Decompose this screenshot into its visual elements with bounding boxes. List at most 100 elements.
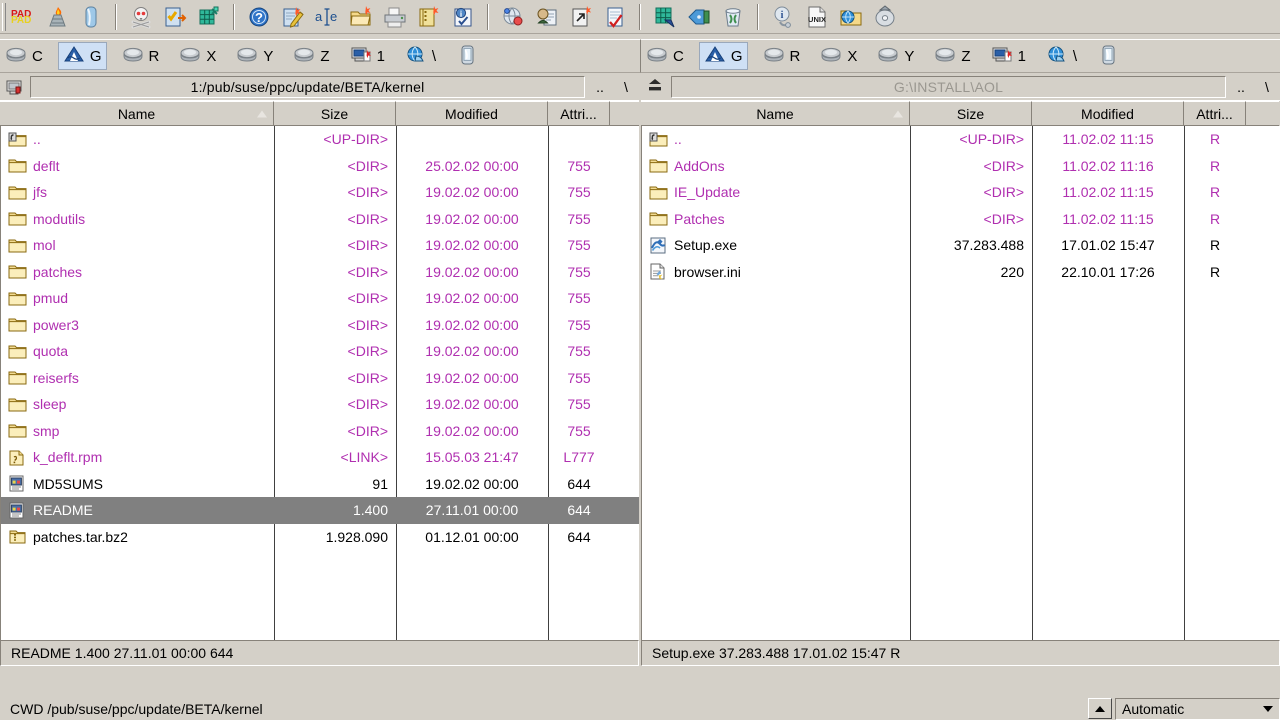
left-header-name[interactable]: Name — [0, 101, 274, 126]
table-row[interactable]: Setup.exe 37.283.488 17.01.02 15:47 R — [642, 232, 1280, 259]
recycle-bin-icon[interactable] — [718, 2, 748, 32]
file-size-cell: 220 — [1000, 263, 1024, 280]
drive-y[interactable]: Y — [872, 42, 919, 70]
ftp-new-connection-icon[interactable] — [532, 2, 562, 32]
blue-column-icon[interactable] — [76, 2, 106, 32]
file-name-label: pmud — [33, 290, 69, 307]
help-icon[interactable]: ? — [244, 2, 274, 32]
right-path-root-button[interactable]: \ — [1254, 76, 1280, 98]
table-row[interactable]: k_deflt.rpm <LINK> 15.05.03 21:47 L777 — [1, 444, 639, 471]
right-file-list[interactable]: .. <UP-DIR> 11.02.02 11:15 R AddOns <DIR> 11.0… — [641, 126, 1280, 640]
right-header-name[interactable]: Name — [641, 101, 910, 126]
drive-1[interactable]: 1 — [986, 42, 1031, 70]
toolbar-grip[interactable] — [2, 2, 6, 31]
checklist-page-icon[interactable] — [160, 2, 190, 32]
drive-z[interactable]: Z — [288, 42, 334, 70]
edit-note-icon[interactable] — [278, 2, 308, 32]
ftp-connect-icon[interactable] — [498, 2, 528, 32]
drive-c[interactable]: C — [0, 42, 48, 70]
drive-c[interactable]: C — [641, 42, 689, 70]
drive-bar-left: C G R X Y Z 1 \ — [0, 39, 640, 73]
disc-eject-icon[interactable] — [870, 2, 900, 32]
right-path-up-button[interactable]: .. — [1228, 76, 1254, 98]
skull-icon[interactable] — [126, 2, 156, 32]
table-row[interactable]: modutils <DIR> 19.02.02 00:00 755 — [1, 206, 639, 233]
print-icon[interactable] — [380, 2, 410, 32]
shortcut-new-icon[interactable] — [566, 2, 596, 32]
table-row[interactable]: deflt <DIR> 25.02.02 00:00 755 — [1, 153, 639, 180]
table-row[interactable]: README 1.400 27.11.01 00:00 644 — [1, 497, 639, 524]
table-row[interactable]: sleep <DIR> 19.02.02 00:00 755 — [1, 391, 639, 418]
file-name-label: deflt — [33, 157, 60, 174]
table-row[interactable]: MD5SUMS 91 19.02.02 00:00 644 — [1, 471, 639, 498]
table-row[interactable]: patches <DIR> 19.02.02 00:00 755 — [1, 259, 639, 286]
drive-x[interactable]: X — [815, 42, 862, 70]
disc-eject-icon[interactable] — [641, 75, 669, 99]
unix-file-icon[interactable]: UNIX — [802, 2, 832, 32]
drive-device[interactable] — [1092, 42, 1126, 70]
table-row[interactable]: .. <UP-DIR> — [1, 126, 639, 153]
left-path-field[interactable]: 1:/pub/suse/ppc/update/BETA/kernel — [30, 76, 585, 98]
right-path-bar: G:\INSTALL\AOL .. \ — [641, 74, 1280, 100]
table-row[interactable]: power3 <DIR> 19.02.02 00:00 755 — [1, 312, 639, 339]
table-row[interactable]: smp <DIR> 19.02.02 00:00 755 — [1, 418, 639, 445]
transfer-mode-select[interactable]: Automatic — [1115, 697, 1280, 720]
drive-icon — [646, 45, 670, 68]
table-row[interactable]: jfs <DIR> 19.02.02 00:00 755 — [1, 179, 639, 206]
file-name-cell: patches — [7, 259, 270, 286]
tag-sync-icon[interactable] — [684, 2, 714, 32]
table-row[interactable]: browser.ini 220 22.10.01 17:26 R — [642, 259, 1280, 286]
table-row[interactable]: Patches <DIR> 11.02.02 11:15 R — [642, 206, 1280, 233]
rename-ae-icon[interactable]: a e — [312, 2, 342, 32]
drive-icon — [820, 45, 844, 68]
chevron-down-icon[interactable] — [1258, 700, 1278, 718]
drive-backslash[interactable]: \ — [400, 42, 441, 70]
right-file-panel: G:\INSTALL\AOL .. \ Name Size Modified A… — [641, 74, 1280, 671]
hex-compare-icon[interactable] — [650, 2, 680, 32]
torch-icon[interactable] — [42, 2, 72, 32]
table-row[interactable]: pmud <DIR> 19.02.02 00:00 755 — [1, 285, 639, 312]
system-info-icon[interactable]: i — [768, 2, 798, 32]
rpm-link-icon — [7, 447, 27, 467]
table-row[interactable]: AddOns <DIR> 11.02.02 11:16 R — [642, 153, 1280, 180]
drive-1[interactable]: 1 — [345, 42, 390, 70]
drive-x[interactable]: X — [174, 42, 221, 70]
new-folder-icon[interactable] — [346, 2, 376, 32]
verify-page-icon[interactable] — [600, 2, 630, 32]
drive-r[interactable]: R — [758, 42, 806, 70]
drive-device[interactable] — [451, 42, 485, 70]
right-path-field[interactable]: G:\INSTALL\AOL — [671, 76, 1226, 98]
properties-info-icon[interactable]: i — [448, 2, 478, 32]
left-path-root-button[interactable]: \ — [613, 76, 639, 98]
file-name-cell: .. — [7, 126, 270, 153]
table-row[interactable]: patches.tar.bz2 1.928.090 01.12.01 00:00 64… — [1, 524, 639, 551]
table-row[interactable]: quota <DIR> 19.02.02 00:00 755 — [1, 338, 639, 365]
drive-g[interactable]: G — [698, 42, 748, 70]
new-archive-icon[interactable] — [414, 2, 444, 32]
drive-g[interactable]: G — [57, 42, 107, 70]
table-row[interactable]: IE_Update <DIR> 11.02.02 11:15 R — [642, 179, 1280, 206]
left-file-list[interactable]: .. <UP-DIR> deflt <DIR> 25.02.02 00:00 755 jfs… — [0, 126, 639, 640]
toolbar-separator — [233, 3, 235, 30]
file-name-label: patches.tar.bz2 — [33, 528, 128, 545]
table-row[interactable]: .. <UP-DIR> 11.02.02 11:15 R — [642, 126, 1280, 153]
left-path-up-button[interactable]: .. — [587, 76, 613, 98]
right-header-modified[interactable]: Modified — [1032, 101, 1184, 126]
drive-y[interactable]: Y — [231, 42, 278, 70]
left-header-size[interactable]: Size — [274, 101, 396, 126]
scroll-up-button[interactable] — [1088, 698, 1112, 719]
left-header-modified[interactable]: Modified — [396, 101, 548, 126]
drive-backslash[interactable]: \ — [1041, 42, 1082, 70]
right-header-attributes[interactable]: Attri... — [1184, 101, 1246, 126]
drive-z[interactable]: Z — [929, 42, 975, 70]
drive-r[interactable]: R — [117, 42, 165, 70]
left-header-attributes[interactable]: Attri... — [548, 101, 610, 126]
pad-logo-icon[interactable]: PAD PAD — [8, 2, 38, 32]
right-header-size[interactable]: Size — [910, 101, 1032, 126]
table-row[interactable]: reiserfs <DIR> 19.02.02 00:00 755 — [1, 365, 639, 392]
globe-folder-icon[interactable] — [836, 2, 866, 32]
green-grid-icon[interactable] — [194, 2, 224, 32]
command-line[interactable]: CWD /pub/suse/ppc/update/BETA/kernel — [0, 698, 1088, 720]
table-row[interactable]: mol <DIR> 19.02.02 00:00 755 — [1, 232, 639, 259]
ftp-server-icon[interactable] — [0, 75, 28, 99]
